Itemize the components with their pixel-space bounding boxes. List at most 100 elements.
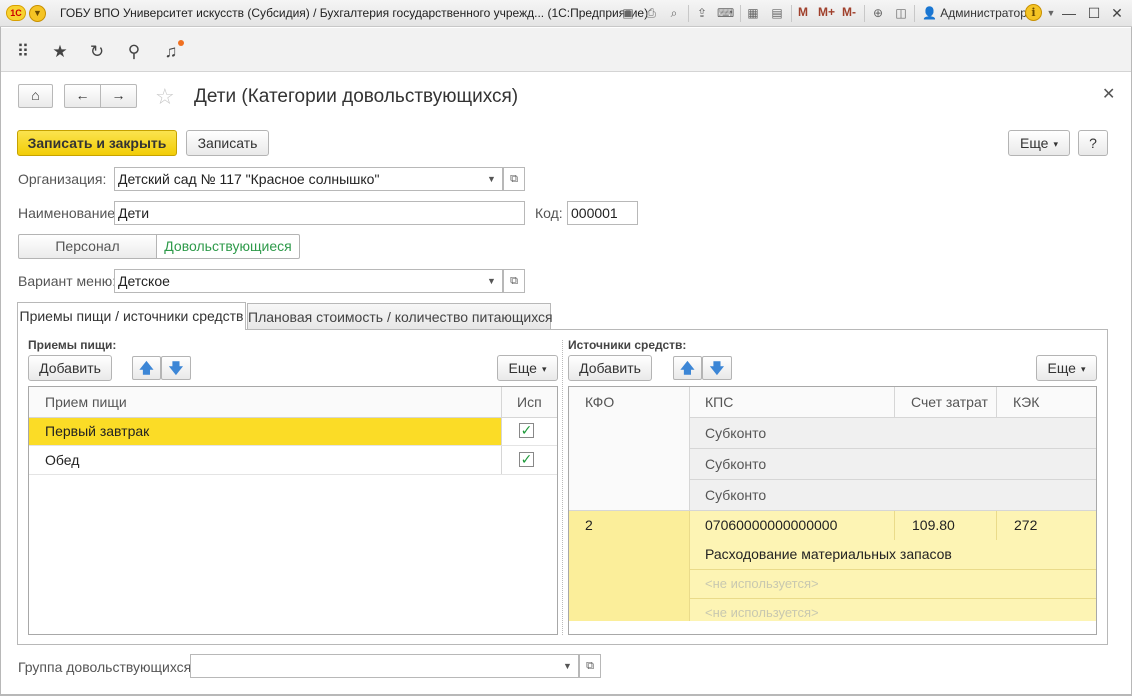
- minimize-button[interactable]: —: [1060, 4, 1078, 22]
- forward-button[interactable]: →: [100, 84, 137, 108]
- arrow-down-icon: 🡇: [709, 360, 725, 376]
- home-icon: ⌂: [31, 87, 40, 103]
- current-user[interactable]: 👤 Администратор: [922, 6, 1027, 20]
- menu-variant-label: Вариант меню:: [18, 273, 117, 289]
- arrow-down-icon: 🡇: [168, 360, 184, 376]
- more-button[interactable]: Еще: [1008, 130, 1070, 156]
- organization-dropdown-button[interactable]: ▼: [481, 167, 503, 191]
- group-dropdown-button[interactable]: ▼: [557, 654, 579, 678]
- home-button[interactable]: ⌂: [18, 84, 53, 108]
- subconto-2-cell[interactable]: <не используется>: [705, 569, 819, 598]
- keyboard-icon[interactable]: ⌨: [717, 5, 734, 21]
- org-label: Организация:: [18, 171, 107, 187]
- 1c-logo-icon: 1С: [6, 5, 26, 21]
- sources-add-button[interactable]: Добавить: [568, 355, 652, 381]
- preview-icon[interactable]: ⌕: [666, 5, 682, 21]
- group-field[interactable]: [190, 654, 558, 678]
- account-cell[interactable]: 109.80: [912, 511, 955, 540]
- maximize-button[interactable]: ☐: [1085, 4, 1103, 22]
- group-open-button[interactable]: ⧉: [579, 654, 601, 678]
- column-header-subconto-1[interactable]: Субконто: [705, 418, 766, 448]
- subconto-3-cell[interactable]: <не используется>: [705, 598, 819, 627]
- user-name: Администратор: [940, 6, 1027, 20]
- meal-used-checkbox[interactable]: ✓: [519, 423, 534, 438]
- column-header-subconto-2[interactable]: Субконто: [705, 449, 766, 479]
- grid-menu-icon[interactable]: ⠿: [12, 41, 34, 63]
- meal-name-cell[interactable]: Обед: [45, 446, 79, 475]
- notification-dot: [178, 40, 184, 46]
- sources-table[interactable]: КФО КПС Счет затрат КЭК Субконто Субконт…: [568, 386, 1097, 635]
- sources-move-down-button[interactable]: 🡇: [702, 356, 732, 380]
- organization-field[interactable]: Детский сад № 117 "Красное солнышко": [114, 167, 482, 191]
- tab-meals-sources[interactable]: Приемы пищи / источники средств: [17, 302, 246, 330]
- code-label: Код:: [535, 205, 563, 221]
- column-header-used[interactable]: Исп: [517, 387, 542, 417]
- chevron-down-icon[interactable]: ▼: [1043, 5, 1059, 21]
- arrow-left-icon: ←: [75, 87, 90, 103]
- zoom-icon[interactable]: ⊕: [870, 5, 886, 21]
- group-label: Группа довольствующихся:: [18, 659, 196, 675]
- window-title: ГОБУ ВПО Университет искусств (Субсидия)…: [60, 6, 649, 20]
- arrow-up-icon: 🡅: [680, 360, 695, 376]
- column-header-subconto-3[interactable]: Субконто: [705, 480, 766, 510]
- main-menu-button[interactable]: ▼: [29, 5, 46, 22]
- upload-icon[interactable]: ⇪: [694, 5, 710, 21]
- name-field[interactable]: Дети: [114, 201, 525, 225]
- save-and-close-button[interactable]: Записать и закрыть: [17, 130, 177, 156]
- print-icon[interactable]: ⎙: [643, 5, 659, 21]
- window-close-button[interactable]: ✕: [1108, 4, 1126, 22]
- column-header-kfo[interactable]: КФО: [585, 387, 614, 417]
- more-label: Еще: [1020, 135, 1058, 151]
- arrow-right-icon: →: [111, 87, 126, 103]
- save-icon[interactable]: ▣: [620, 5, 636, 21]
- favorites-star-icon[interactable]: ★: [49, 41, 71, 63]
- column-header-kps[interactable]: КПС: [705, 387, 733, 417]
- panel-icon[interactable]: ◫: [893, 5, 909, 21]
- arrow-up-icon: 🡅: [139, 360, 154, 376]
- subconto-1-cell[interactable]: Расходование материальных запасов: [705, 540, 952, 569]
- menu-variant-dropdown-button[interactable]: ▼: [481, 269, 503, 293]
- meals-more-button[interactable]: Еще: [497, 355, 558, 381]
- column-header-account[interactable]: Счет затрат: [911, 387, 988, 417]
- kps-cell[interactable]: 07060000000000000: [705, 511, 837, 540]
- meal-name-cell[interactable]: Первый завтрак: [45, 417, 149, 446]
- menu-variant-field[interactable]: Детское: [114, 269, 482, 293]
- meals-move-down-button[interactable]: 🡇: [161, 356, 191, 380]
- history-icon[interactable]: ↻: [86, 41, 108, 63]
- calendar-icon[interactable]: ▤: [769, 5, 785, 21]
- name-label: Наименование:: [18, 205, 119, 221]
- meals-more-label: Еще: [508, 360, 546, 376]
- memory-m-minus-button[interactable]: M-: [842, 5, 856, 19]
- calculator-icon[interactable]: ▦: [745, 5, 761, 21]
- kfo-cell[interactable]: 2: [585, 511, 593, 540]
- meals-move-up-button[interactable]: 🡅: [132, 356, 161, 380]
- meals-table[interactable]: Прием пищи Исп Первый завтрак ✓ Обед ✓: [28, 386, 558, 635]
- organization-open-button[interactable]: ⧉: [503, 167, 525, 191]
- meal-used-checkbox[interactable]: ✓: [519, 452, 534, 467]
- help-button[interactable]: ?: [1078, 130, 1108, 156]
- favorite-star-icon[interactable]: ☆: [155, 84, 175, 110]
- close-form-icon[interactable]: ✕: [1102, 84, 1115, 104]
- memory-m-button[interactable]: M: [798, 5, 808, 19]
- user-icon: 👤: [922, 6, 937, 20]
- sources-move-up-button[interactable]: 🡅: [673, 356, 702, 380]
- tab-planned-cost[interactable]: Плановая стоимость / количество питающих…: [247, 303, 553, 330]
- column-header-meal[interactable]: Прием пищи: [45, 387, 127, 417]
- memory-m-plus-button[interactable]: M+: [818, 5, 835, 19]
- sources-more-button[interactable]: Еще: [1036, 355, 1097, 381]
- toggle-personnel[interactable]: Персонал: [18, 234, 157, 259]
- sources-section-title: Источники средств:: [568, 338, 687, 352]
- code-field[interactable]: 000001: [567, 201, 638, 225]
- save-button[interactable]: Записать: [186, 130, 269, 156]
- column-header-kek[interactable]: КЭК: [1013, 387, 1039, 417]
- info-icon[interactable]: i: [1025, 4, 1042, 21]
- meals-add-button[interactable]: Добавить: [28, 355, 112, 381]
- search-icon[interactable]: ⚲: [123, 41, 145, 63]
- splitter[interactable]: [562, 340, 563, 635]
- back-button[interactable]: ←: [64, 84, 101, 108]
- meals-section-title: Приемы пищи:: [28, 338, 117, 352]
- kek-cell[interactable]: 272: [1014, 511, 1037, 540]
- page-title: Дети (Категории довольствующихся): [194, 86, 519, 107]
- menu-variant-open-button[interactable]: ⧉: [503, 269, 525, 293]
- toggle-beneficiaries[interactable]: Довольствующиеся: [156, 234, 300, 259]
